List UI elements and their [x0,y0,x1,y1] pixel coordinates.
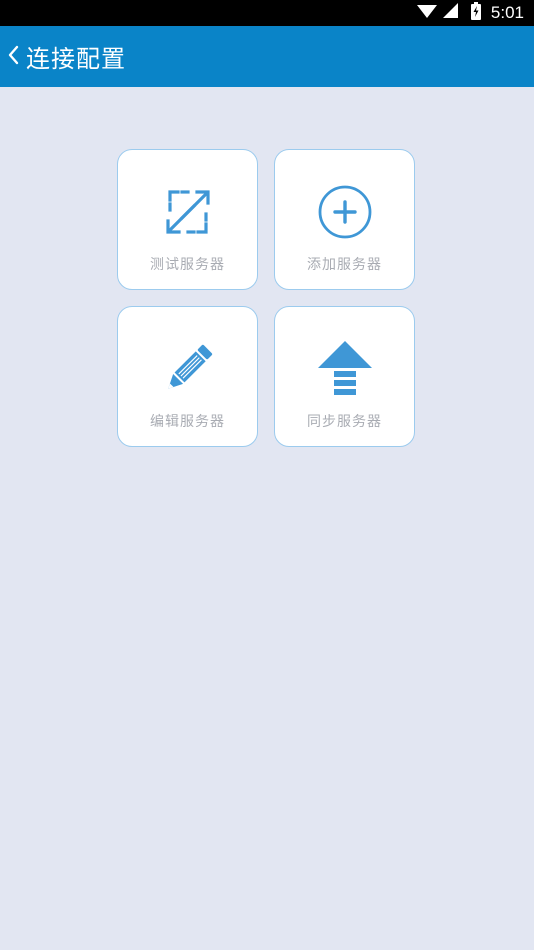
tile-label: 添加服务器 [307,257,382,273]
sync-server-tile[interactable]: 同步服务器 [274,306,415,447]
tile-label: 编辑服务器 [150,414,225,430]
pencil-icon [158,339,218,399]
cell-signal-icon [442,3,459,23]
back-button[interactable] [2,26,24,87]
plus-circle-icon [315,182,375,242]
upload-arrow-icon [315,339,375,399]
status-bar: 5:01 [0,0,534,26]
edit-server-tile[interactable]: 编辑服务器 [117,306,258,447]
chevron-left-icon [7,45,19,69]
status-time: 5:01 [490,3,524,22]
app-bar: 连接配置 [0,26,534,87]
page-title: 连接配置 [26,45,126,73]
add-server-tile[interactable]: 添加服务器 [274,149,415,290]
status-icons: 5:01 [416,0,524,26]
wifi-icon [416,3,437,23]
tile-label: 测试服务器 [150,257,225,273]
expand-arrows-icon [158,182,218,242]
battery-icon [470,2,481,24]
test-server-tile[interactable]: 测试服务器 [117,149,258,290]
tile-label: 同步服务器 [307,414,382,430]
